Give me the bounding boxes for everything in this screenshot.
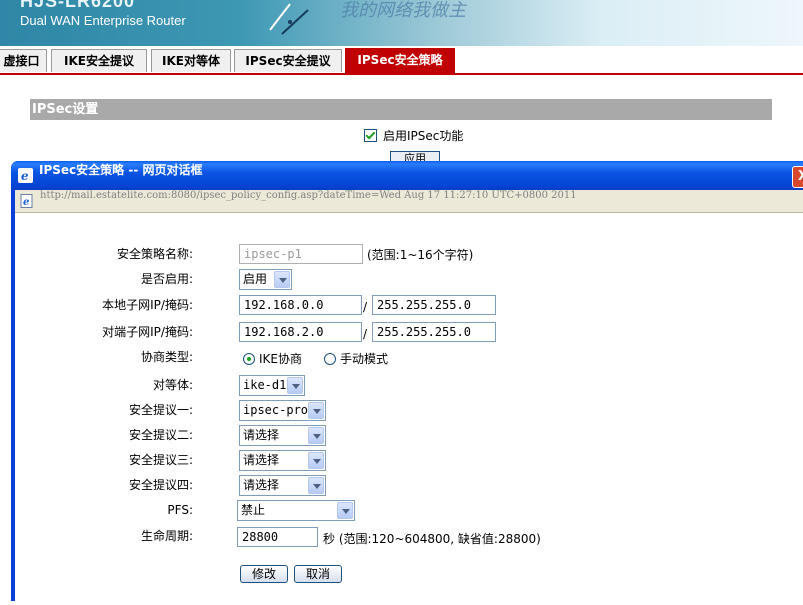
dialog-url: http://mail.estatelite.com:8080/ipsec_po… — [40, 190, 577, 201]
proposal2-label: 安全提议二: — [128, 428, 193, 442]
close-button[interactable]: X — [792, 166, 803, 188]
tab-bar: 虚接口 IKE安全提议 IKE对等体 IPSec安全提议 IPSec安全策略 — [0, 46, 803, 75]
enabled-select-value: 启用 — [243, 272, 268, 286]
proposal4-select[interactable]: 请选择 — [239, 475, 326, 496]
pfs-select[interactable]: 禁止 — [237, 500, 355, 521]
chevron-down-icon — [274, 271, 290, 288]
proposal2-select-value: 请选择 — [243, 428, 280, 442]
local-separator: / — [363, 300, 368, 314]
proposal1-select[interactable]: ipsec-pro — [239, 400, 326, 421]
local-subnet-label: 本地子网IP/掩码: — [102, 298, 193, 312]
slogan: 我的网络我做主 — [340, 0, 466, 21]
enabled-select[interactable]: 启用 — [239, 269, 292, 290]
tab-ipsec-policy[interactable]: IPSec安全策略 — [345, 48, 455, 73]
enable-ipsec-row: 启用IPSec功能 — [364, 128, 463, 144]
chevron-down-icon — [308, 402, 324, 419]
ike-negotiation-label: IKE协商 — [259, 352, 302, 366]
remote-ip-field[interactable]: 192.168.2.0 — [239, 322, 362, 342]
tab-ike-proposal[interactable]: IKE安全提议 — [51, 49, 147, 72]
chevron-down-icon — [308, 427, 324, 444]
ie-icon: e — [18, 168, 33, 183]
policy-name-field[interactable]: ipsec-p1 — [239, 244, 363, 264]
lifetime-hint: 秒 (范围:120~604800, 缺省值:28800) — [323, 532, 541, 546]
policy-name-hint: (范围:1~16个字符) — [367, 248, 474, 262]
proposal1-select-value: ipsec-pro — [243, 403, 309, 417]
dialog-titlebar[interactable]: e IPSec安全策略 -- 网页对话框 X — [11, 161, 803, 190]
ipsec-policy-dialog: e IPSec安全策略 -- 网页对话框 X e http://mail.est… — [11, 161, 803, 605]
proposal3-select[interactable]: 请选择 — [239, 450, 326, 471]
remote-mask-field[interactable]: 255.255.255.0 — [372, 322, 496, 342]
tab-ipsec-proposal[interactable]: IPSec安全提议 — [234, 49, 342, 72]
address-bar: e http://mail.estatelite.com:8080/ipsec_… — [15, 190, 803, 213]
dialog-title: IPSec安全策略 -- 网页对话框 — [39, 163, 203, 177]
header-banner: HJS-LR6200 Dual WAN Enterprise Router 我的… — [0, 0, 803, 46]
proposal1-label: 安全提议一: — [128, 403, 193, 417]
tab-virtual-interface[interactable]: 虚接口 — [0, 49, 47, 72]
proposal2-select[interactable]: 请选择 — [239, 425, 326, 446]
proposal3-label: 安全提议三: — [128, 453, 193, 467]
peer-select-value: ike-d1 — [243, 378, 287, 392]
enabled-label: 是否启用: — [140, 272, 193, 286]
svg-text:e: e — [21, 169, 29, 183]
enable-ipsec-checkbox[interactable] — [364, 129, 377, 142]
policy-name-label: 安全策略名称: — [116, 247, 193, 261]
local-ip-field[interactable]: 192.168.0.0 — [239, 295, 362, 315]
pfs-label: PFS: — [167, 503, 193, 517]
peer-label: 对等体: — [152, 378, 193, 392]
router-subtitle: Dual WAN Enterprise Router — [20, 13, 186, 28]
lifetime-field[interactable]: 28800 — [237, 527, 318, 547]
proposal4-label: 安全提议四: — [128, 478, 193, 492]
router-model: HJS-LR6200 — [20, 0, 136, 11]
proposal3-select-value: 请选择 — [243, 453, 280, 467]
lifetime-label: 生命周期: — [140, 529, 193, 543]
ipsec-settings-header: IPSec设置 — [30, 99, 772, 120]
peer-select[interactable]: ike-d1 — [239, 375, 305, 396]
modify-button[interactable]: 修改 — [240, 565, 288, 583]
chevron-down-icon — [287, 377, 303, 394]
tab-ike-peer[interactable]: IKE对等体 — [151, 49, 231, 72]
svg-text:e: e — [23, 197, 29, 208]
local-mask-field[interactable]: 255.255.255.0 — [372, 295, 496, 315]
negotiation-label: 协商类型: — [140, 350, 193, 364]
chevron-down-icon — [337, 502, 353, 519]
chevron-down-icon — [308, 477, 324, 494]
manual-mode-radio[interactable] — [324, 353, 336, 365]
cancel-button[interactable]: 取消 — [294, 565, 342, 583]
remote-separator: / — [363, 327, 368, 341]
pfs-select-value: 禁止 — [241, 503, 266, 517]
enable-ipsec-label: 启用IPSec功能 — [383, 129, 464, 143]
manual-mode-label: 手动模式 — [340, 352, 389, 366]
decor-graphic — [269, 3, 309, 35]
proposal4-select-value: 请选择 — [243, 478, 280, 492]
ike-negotiation-radio[interactable] — [243, 353, 255, 365]
dialog-content: 安全策略名称: ipsec-p1 (范围:1~16个字符) 是否启用: 启用 本… — [15, 213, 803, 605]
page-icon: e — [20, 194, 33, 208]
remote-subnet-label: 对端子网IP/掩码: — [102, 325, 193, 339]
chevron-down-icon — [308, 452, 324, 469]
